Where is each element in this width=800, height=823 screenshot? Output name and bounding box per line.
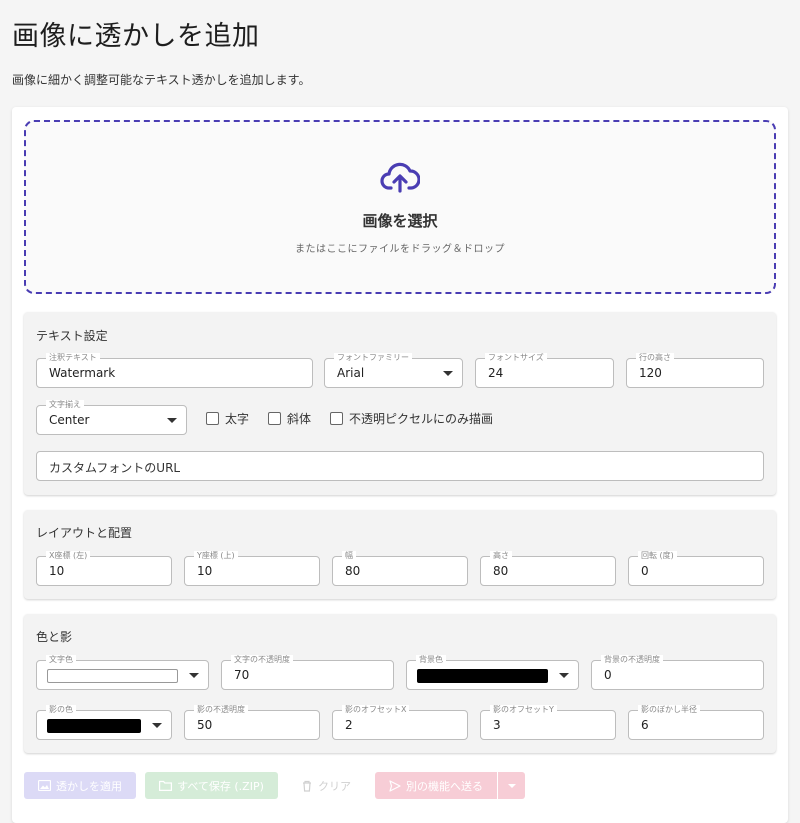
width-field[interactable]: 幅 80 — [332, 551, 468, 586]
background-opacity-label: 背景の不透明度 — [601, 655, 663, 665]
rotation-label: 回転 (度) — [638, 551, 677, 561]
apply-watermark-button[interactable]: 透かしを適用 — [24, 772, 136, 799]
shadow-blur-value: 6 — [641, 718, 649, 732]
shadow-color-label: 影の色 — [46, 705, 76, 715]
shadow-blur-field[interactable]: 影のぼかし半径 6 — [628, 705, 764, 740]
italic-checkbox[interactable]: 斜体 — [268, 410, 311, 427]
font-family-select[interactable]: フォントファミリー Arial — [324, 353, 463, 388]
shadow-offset-x-field[interactable]: 影のオフセットX 2 — [332, 705, 468, 740]
custom-font-url-input[interactable]: カスタムフォントのURL — [36, 451, 764, 481]
chevron-down-icon — [152, 723, 162, 728]
send-to-tool-label: 別の機能へ送る — [406, 779, 483, 793]
shadow-opacity-field[interactable]: 影の不透明度 50 — [184, 705, 320, 740]
text-align-value: Center — [49, 413, 90, 427]
background-color-swatch — [417, 669, 548, 683]
text-opacity-label: 文字の不透明度 — [231, 655, 293, 665]
text-color-picker[interactable]: 文字色 — [36, 655, 209, 690]
text-opacity-value: 70 — [234, 668, 250, 682]
rotation-value: 0 — [641, 564, 649, 578]
font-family-value: Arial — [337, 366, 365, 380]
text-align-select[interactable]: 文字揃え Center — [36, 400, 187, 435]
send-icon — [389, 779, 401, 792]
text-color-label: 文字色 — [46, 655, 76, 665]
x-position-value: 10 — [49, 564, 65, 578]
rotation-field[interactable]: 回転 (度) 0 — [628, 551, 764, 586]
folder-icon — [159, 780, 173, 791]
cloud-upload-icon — [380, 162, 420, 193]
width-label: 幅 — [342, 551, 356, 561]
shadow-blur-label: 影のぼかし半径 — [638, 705, 700, 715]
chevron-down-icon — [167, 418, 177, 423]
save-all-zip-label: すべて保存 (.ZIP) — [177, 779, 264, 793]
shadow-offset-y-value: 3 — [493, 718, 501, 732]
colors-title: 色と影 — [36, 630, 73, 644]
page-title: 画像に透かしを追加 — [12, 21, 260, 52]
line-height-label: 行の高さ — [636, 353, 674, 363]
x-position-field[interactable]: X座標 (左) 10 — [36, 551, 172, 586]
shadow-offset-x-value: 2 — [345, 718, 353, 732]
background-color-label: 背景色 — [416, 655, 446, 665]
checkbox-box[interactable] — [206, 412, 219, 425]
shadow-offset-y-label: 影のオフセットY — [490, 705, 557, 715]
watermark-text-value: Watermark — [49, 366, 116, 380]
y-position-value: 10 — [197, 564, 213, 578]
custom-font-url-placeholder: カスタムフォントのURL — [49, 461, 181, 475]
font-size-label: フォントサイズ — [485, 353, 547, 363]
bold-label: 太字 — [225, 412, 250, 426]
save-all-zip-button[interactable]: すべて保存 (.ZIP) — [145, 772, 278, 799]
image-icon — [38, 780, 51, 791]
clear-button[interactable]: クリア — [287, 772, 365, 799]
clear-label: クリア — [318, 779, 351, 793]
shadow-offset-y-field[interactable]: 影のオフセットY 3 — [480, 705, 616, 740]
bold-checkbox[interactable]: 太字 — [206, 410, 249, 427]
apply-watermark-label: 透かしを適用 — [56, 779, 122, 793]
shadow-opacity-label: 影の不透明度 — [194, 705, 248, 715]
layout-title: レイアウトと配置 — [36, 526, 133, 540]
chevron-down-icon — [189, 673, 199, 678]
watermark-text-field[interactable]: 注釈テキスト Watermark — [36, 353, 313, 388]
height-label: 高さ — [490, 551, 512, 561]
y-position-label: Y座標 (上) — [194, 551, 238, 561]
shadow-color-picker[interactable]: 影の色 — [36, 705, 172, 740]
y-position-field[interactable]: Y座標 (上) 10 — [184, 551, 320, 586]
width-value: 80 — [345, 564, 361, 578]
chevron-down-icon — [443, 371, 453, 376]
background-opacity-field[interactable]: 背景の不透明度 0 — [591, 655, 764, 690]
page-description: 画像に細かく調整可能なテキスト透かしを追加します。 — [12, 73, 311, 87]
height-field[interactable]: 高さ 80 — [480, 551, 616, 586]
font-size-field[interactable]: フォントサイズ 24 — [475, 353, 614, 388]
text-align-label: 文字揃え — [46, 400, 84, 410]
shadow-color-swatch — [47, 719, 141, 733]
x-position-label: X座標 (左) — [46, 551, 91, 561]
send-to-tool-button[interactable]: 別の機能へ送る — [375, 772, 497, 799]
height-value: 80 — [493, 564, 509, 578]
dropzone-title: 画像を選択 — [362, 212, 438, 230]
checkbox-box[interactable] — [268, 412, 281, 425]
text-settings-title: テキスト設定 — [36, 329, 108, 343]
dropzone-subtitle: またはここにファイルをドラッグ＆ドロップ — [295, 244, 505, 255]
clear-icon — [303, 780, 311, 792]
text-opacity-field[interactable]: 文字の不透明度 70 — [221, 655, 394, 690]
background-opacity-value: 0 — [604, 668, 612, 682]
opaque-only-label: 不透明ピクセルにのみ描画 — [349, 412, 494, 426]
opaque-only-checkbox[interactable]: 不透明ピクセルにのみ描画 — [330, 410, 493, 427]
send-options-dropdown-button[interactable] — [498, 772, 525, 799]
background-color-picker[interactable]: 背景色 — [406, 655, 579, 690]
text-color-swatch — [47, 669, 178, 683]
watermark-text-label: 注釈テキスト — [46, 353, 100, 363]
line-height-field[interactable]: 行の高さ 120 — [626, 353, 764, 388]
shadow-opacity-value: 50 — [197, 718, 213, 732]
font-family-label: フォントファミリー — [334, 353, 412, 363]
chevron-down-icon — [507, 783, 516, 788]
font-size-value: 24 — [488, 366, 504, 380]
line-height-value: 120 — [639, 366, 662, 380]
shadow-offset-x-label: 影のオフセットX — [342, 705, 410, 715]
italic-label: 斜体 — [287, 412, 312, 426]
chevron-down-icon — [559, 673, 569, 678]
image-dropzone[interactable] — [24, 120, 776, 294]
checkbox-box[interactable] — [330, 412, 343, 425]
